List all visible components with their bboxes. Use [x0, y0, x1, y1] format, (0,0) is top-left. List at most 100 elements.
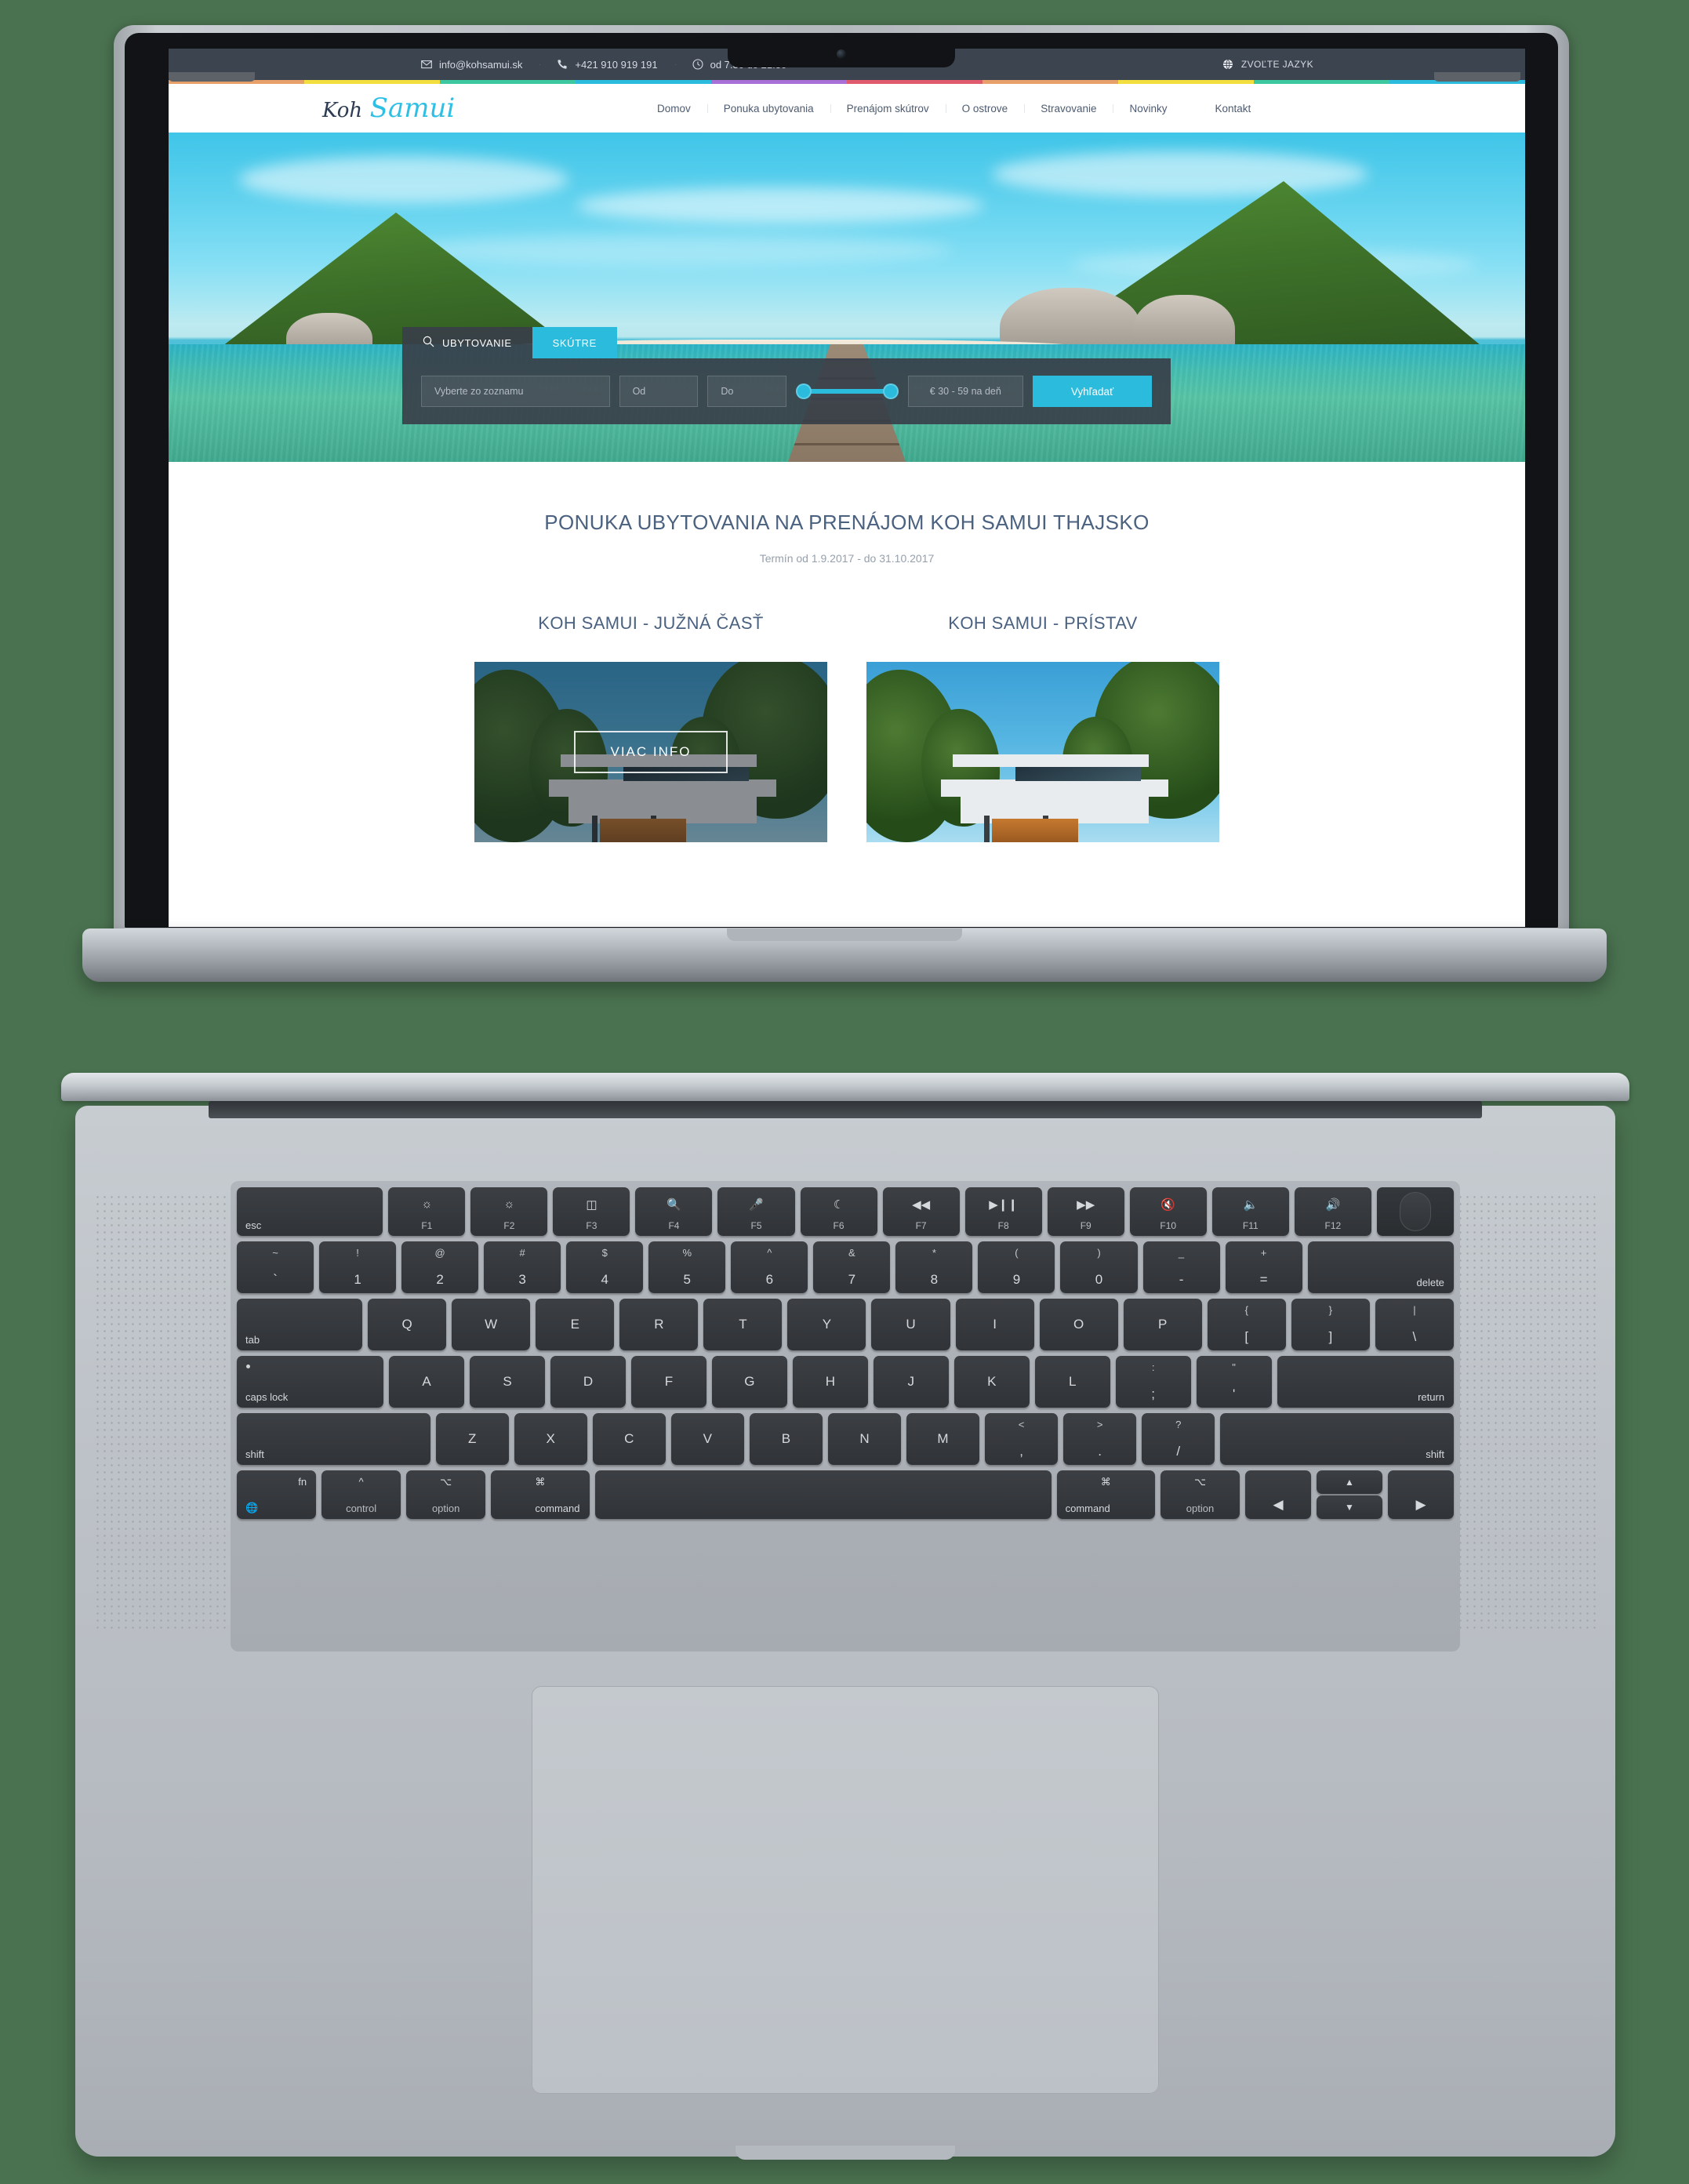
key-bracket-left[interactable]: { [	[1207, 1299, 1286, 1350]
offer-card-south-cta[interactable]: VIAC INFO	[574, 731, 728, 773]
key-arrow-right[interactable]: ▶	[1388, 1470, 1454, 1519]
key-t[interactable]: T	[703, 1299, 783, 1350]
key-h[interactable]: H	[792, 1356, 868, 1408]
key-shift-right[interactable]: shift	[1220, 1413, 1455, 1465]
tab-skutre[interactable]: SKÚTRE	[532, 327, 617, 358]
key-q[interactable]: Q	[368, 1299, 447, 1350]
key-y[interactable]: Y	[787, 1299, 866, 1350]
key-period[interactable]: > .	[1063, 1413, 1137, 1465]
key-k[interactable]: K	[953, 1356, 1030, 1408]
key-x[interactable]: X	[514, 1413, 587, 1465]
destination-select[interactable]: Vyberte zo zoznamu	[421, 376, 610, 407]
key-control[interactable]: ^ control	[321, 1470, 401, 1519]
offer-card-south[interactable]: KOH SAMUI - JUŽNÁ ČASŤ VIAC INFO	[474, 613, 827, 842]
key-touch-id[interactable]	[1376, 1187, 1454, 1236]
menu-item-stravovanie[interactable]: Stravovanie	[1024, 103, 1113, 114]
language-selector[interactable]: ZVOĽTE JAZYK	[1222, 59, 1313, 70]
date-from-input[interactable]: Od	[619, 376, 699, 407]
key-b[interactable]: B	[749, 1413, 823, 1465]
key-9[interactable]: ( 9	[978, 1241, 1055, 1293]
key-f12[interactable]: 🔊 F12	[1294, 1187, 1371, 1236]
date-to-input[interactable]: Do	[707, 376, 787, 407]
key-space[interactable]	[594, 1470, 1052, 1519]
key-o[interactable]: O	[1039, 1299, 1118, 1350]
key-f2[interactable]: ☼ F2	[470, 1187, 548, 1236]
key-command-left[interactable]: ⌘ command	[491, 1470, 590, 1519]
key-minus[interactable]: _ -	[1142, 1241, 1220, 1293]
key-j[interactable]: J	[873, 1356, 949, 1408]
key-n[interactable]: N	[827, 1413, 901, 1465]
trackpad[interactable]	[532, 1686, 1159, 2094]
key-f9[interactable]: ▶▶ F9	[1047, 1187, 1124, 1236]
key-arrow-left[interactable]: ◀	[1245, 1470, 1311, 1519]
key-r[interactable]: R	[619, 1299, 699, 1350]
key-arrow-up[interactable]: ▲	[1317, 1470, 1382, 1494]
key-shift-left[interactable]: shift	[237, 1413, 430, 1465]
slider-knob-max[interactable]	[882, 383, 899, 399]
key-d[interactable]: D	[550, 1356, 626, 1408]
menu-item-ponuka-ubytovania[interactable]: Ponuka ubytovania	[706, 103, 830, 114]
key-a[interactable]: A	[389, 1356, 465, 1408]
key-f8[interactable]: ▶❙❙ F8	[964, 1187, 1042, 1236]
menu-item-kontakt[interactable]: Kontakt	[1184, 103, 1268, 114]
menu-item-domov[interactable]: Domov	[641, 103, 707, 114]
key-f10[interactable]: 🔇 F10	[1129, 1187, 1207, 1236]
key-1[interactable]: ! 1	[319, 1241, 397, 1293]
key-7[interactable]: & 7	[813, 1241, 891, 1293]
key-z[interactable]: Z	[435, 1413, 509, 1465]
key-return[interactable]: return	[1277, 1356, 1455, 1408]
key-6[interactable]: ^ 6	[731, 1241, 808, 1293]
key-f6[interactable]: ☾ F6	[800, 1187, 877, 1236]
slider-knob-min[interactable]	[796, 383, 812, 399]
key-command-right[interactable]: ⌘ command	[1056, 1470, 1155, 1519]
key-f5[interactable]: 🎤 F5	[717, 1187, 795, 1236]
key-l[interactable]: L	[1034, 1356, 1110, 1408]
key-8[interactable]: * 8	[895, 1241, 973, 1293]
key-caps-lock[interactable]: caps lock	[237, 1356, 384, 1408]
key-0[interactable]: ) 0	[1060, 1241, 1138, 1293]
menu-item-prenajom-skutrov[interactable]: Prenájom skútrov	[830, 103, 946, 114]
menu-item-o-ostrove[interactable]: O ostrove	[945, 103, 1025, 114]
key-i[interactable]: I	[955, 1299, 1034, 1350]
key-4[interactable]: $ 4	[566, 1241, 644, 1293]
search-submit-button[interactable]: Vyhľadať	[1033, 376, 1152, 407]
key-m[interactable]: M	[906, 1413, 980, 1465]
key-g[interactable]: G	[711, 1356, 787, 1408]
key-f11[interactable]: 🔈 F11	[1211, 1187, 1289, 1236]
key-semicolon[interactable]: : ;	[1115, 1356, 1191, 1408]
key-arrow-down[interactable]: ▼	[1317, 1495, 1382, 1519]
key-option-left[interactable]: ⌥ option	[406, 1470, 486, 1519]
offer-card-harbour[interactable]: KOH SAMUI - PRÍSTAV	[866, 613, 1219, 842]
key-fn[interactable]: fn 🌐	[237, 1470, 317, 1519]
key-backslash[interactable]: | \	[1375, 1299, 1454, 1350]
key-u[interactable]: U	[871, 1299, 950, 1350]
key-tab[interactable]: tab	[237, 1299, 363, 1350]
key-2[interactable]: @ 2	[401, 1241, 479, 1293]
site-logo[interactable]: Koh Samui	[322, 95, 455, 122]
key-s[interactable]: S	[470, 1356, 545, 1408]
key-f3[interactable]: ◫ F3	[553, 1187, 630, 1236]
key-f1[interactable]: ☼ F1	[388, 1187, 466, 1236]
topbar-email[interactable]: info@kohsamui.sk	[404, 59, 539, 71]
key-bracket-right[interactable]: } ]	[1291, 1299, 1370, 1350]
key-slash[interactable]: ? /	[1142, 1413, 1215, 1465]
key-p[interactable]: P	[1123, 1299, 1202, 1350]
key-5[interactable]: % 5	[648, 1241, 726, 1293]
key-w[interactable]: W	[452, 1299, 531, 1350]
key-f[interactable]: F	[630, 1356, 706, 1408]
key-equals[interactable]: + =	[1225, 1241, 1302, 1293]
key-f7[interactable]: ◀◀ F7	[882, 1187, 960, 1236]
key-esc[interactable]: esc	[237, 1187, 383, 1236]
key-delete[interactable]: delete	[1307, 1241, 1454, 1293]
key-option-right[interactable]: ⌥ option	[1160, 1470, 1240, 1519]
key-e[interactable]: E	[536, 1299, 615, 1350]
tab-ubytovanie[interactable]: UBYTOVANIE	[402, 327, 532, 358]
key-v[interactable]: V	[670, 1413, 744, 1465]
topbar-phone[interactable]: +421 910 919 191	[539, 59, 674, 71]
key-f4[interactable]: 🔍 F4	[635, 1187, 713, 1236]
menu-item-novinky[interactable]: Novinky	[1113, 103, 1183, 114]
key-c[interactable]: C	[592, 1413, 666, 1465]
key-quote[interactable]: " '	[1196, 1356, 1272, 1408]
key-backtick[interactable]: ~ `	[237, 1241, 314, 1293]
price-range-slider[interactable]	[796, 376, 899, 407]
